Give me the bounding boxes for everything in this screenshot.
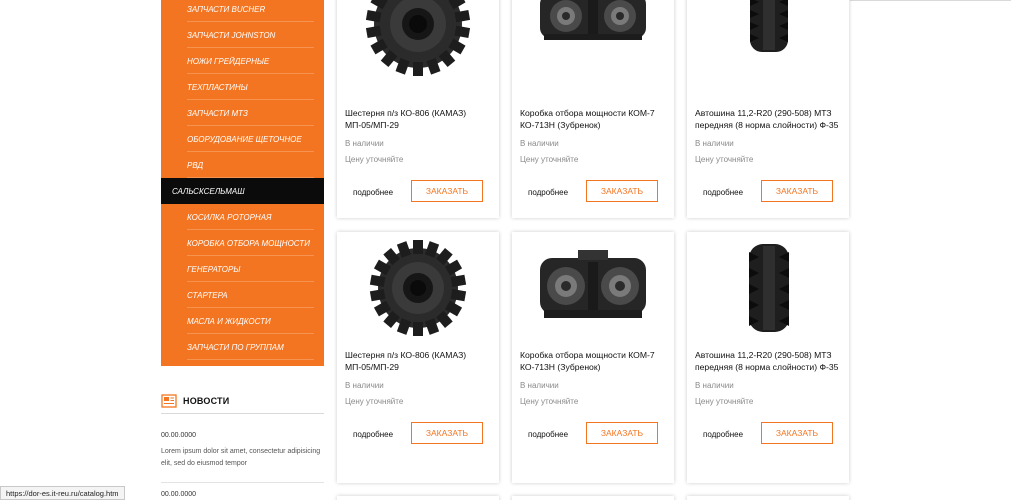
product-image[interactable] <box>687 238 849 338</box>
sidebar-item-mtz-parts[interactable]: ЗАПЧАСТИ МТЗ <box>161 100 324 126</box>
tire-icon <box>749 244 789 332</box>
details-link[interactable]: подробнее <box>703 188 743 197</box>
catalog-sidebar: ЗАПЧАСТИ BUCHER ЗАПЧАСТИ JOHNSTON НОЖИ Г… <box>161 0 324 366</box>
sidebar-item-parts-by-group[interactable]: ЗАПЧАСТИ ПО ГРУППАМ <box>161 334 324 360</box>
product-card[interactable]: Автошина 11,2-R20 (290-508) МТЗ передняя… <box>687 0 849 218</box>
product-card[interactable]: Шестерня п/з КО-806 (КАМАЗ) МП-05/МП-29 … <box>337 232 499 483</box>
order-button[interactable]: ЗАКАЗАТЬ <box>761 180 833 202</box>
sidebar-item-salskselmash[interactable]: САЛЬСКСЕЛЬМАШ <box>161 178 324 204</box>
product-card[interactable] <box>512 496 674 500</box>
browser-status-url: https://dor-es.it-reu.ru/catalog.htm <box>0 486 125 500</box>
news-excerpt[interactable]: Lorem ipsum dolor sit amet, consectetur … <box>161 446 324 470</box>
product-image[interactable] <box>512 238 674 338</box>
sidebar-item-oils-fluids[interactable]: МАСЛА И ЖИДКОСТИ <box>161 308 324 334</box>
order-button[interactable]: ЗАКАЗАТЬ <box>586 422 658 444</box>
product-card[interactable]: Автошина 11,2-R20 (290-508) МТЗ передняя… <box>687 232 849 483</box>
gear-icon <box>369 240 467 336</box>
sidebar-item-bucher-parts[interactable]: ЗАПЧАСТИ BUCHER <box>161 0 324 22</box>
stock-status: В наличии <box>345 381 384 390</box>
newspaper-icon <box>161 393 177 408</box>
sidebar-item-generators[interactable]: ГЕНЕРАТОРЫ <box>161 256 324 282</box>
product-title[interactable]: Автошина 11,2-R20 (290-508) МТЗ передняя… <box>695 107 845 131</box>
news-date: 00.00.0000 <box>161 432 197 439</box>
sidebar-item-brush-equipment[interactable]: ОБОРУДОВАНИЕ ЩЕТОЧНОЕ <box>161 126 324 152</box>
news-header: НОВОСТИ <box>161 388 324 414</box>
stock-status: В наличии <box>520 139 559 148</box>
details-link[interactable]: подробнее <box>353 430 393 439</box>
stock-status: В наличии <box>695 139 734 148</box>
stock-status: В наличии <box>520 381 559 390</box>
order-button[interactable]: ЗАКАЗАТЬ <box>761 422 833 444</box>
sidebar-item-pto-gearbox[interactable]: КОРОБКА ОТБОРА МОЩНОСТИ <box>161 230 324 256</box>
price-note: Цену уточняйте <box>695 155 754 164</box>
order-button[interactable]: ЗАКАЗАТЬ <box>411 180 483 202</box>
product-card[interactable]: Коробка отбора мощности КОМ-7 КО-713Н (З… <box>512 232 674 483</box>
gearbox-icon <box>540 250 646 318</box>
news-divider <box>161 482 324 483</box>
news-date: 00.00.0000 <box>161 491 197 498</box>
sidebar-item-rotary-mower[interactable]: КОСИЛКА РОТОРНАЯ <box>161 204 324 230</box>
news-title: НОВОСТИ <box>183 395 230 406</box>
product-image[interactable] <box>687 0 849 86</box>
stock-status: В наличии <box>695 381 734 390</box>
details-link[interactable]: подробнее <box>528 430 568 439</box>
product-card[interactable] <box>337 496 499 500</box>
details-link[interactable]: подробнее <box>528 188 568 197</box>
product-title[interactable]: Коробка отбора мощности КОМ-7 КО-713Н (З… <box>520 107 670 131</box>
product-title[interactable]: Шестерня п/з КО-806 (КАМАЗ) МП-05/МП-29 <box>345 107 495 131</box>
product-image[interactable] <box>337 0 499 86</box>
order-button[interactable]: ЗАКАЗАТЬ <box>586 180 658 202</box>
gear-icon <box>343 0 493 86</box>
price-note: Цену уточняйте <box>345 155 404 164</box>
sidebar-item-johnston-parts[interactable]: ЗАПЧАСТИ JOHNSTON <box>161 22 324 48</box>
header-divider <box>850 0 1011 1</box>
product-card[interactable]: Коробка отбора мощности КОМ-7 КО-713Н (З… <box>512 0 674 218</box>
stock-status: В наличии <box>345 139 384 148</box>
price-note: Цену уточняйте <box>520 155 579 164</box>
price-note: Цену уточняйте <box>520 397 579 406</box>
sidebar-item-grader-blades[interactable]: НОЖИ ГРЕЙДЕРНЫЕ <box>161 48 324 74</box>
product-title[interactable]: Шестерня п/з КО-806 (КАМАЗ) МП-05/МП-29 <box>345 349 495 373</box>
sidebar-item-rvd[interactable]: РВД <box>161 152 324 178</box>
product-card[interactable] <box>687 496 849 500</box>
price-note: Цену уточняйте <box>345 397 404 406</box>
product-image[interactable] <box>512 0 674 86</box>
tire-icon <box>750 0 788 52</box>
product-card[interactable]: Шестерня п/з КО-806 (КАМАЗ) МП-05/МП-29 … <box>337 0 499 218</box>
details-link[interactable]: подробнее <box>703 430 743 439</box>
gearbox-icon <box>540 0 646 40</box>
product-title[interactable]: Коробка отбора мощности КОМ-7 КО-713Н (З… <box>520 349 670 373</box>
sidebar-item-tech-plates[interactable]: ТЕХПЛАСТИНЫ <box>161 74 324 100</box>
product-image[interactable] <box>337 238 499 338</box>
order-button[interactable]: ЗАКАЗАТЬ <box>411 422 483 444</box>
price-note: Цену уточняйте <box>695 397 754 406</box>
sidebar-item-starters[interactable]: СТАРТЕРА <box>161 282 324 308</box>
details-link[interactable]: подробнее <box>353 188 393 197</box>
product-title[interactable]: Автошина 11,2-R20 (290-508) МТЗ передняя… <box>695 349 845 373</box>
